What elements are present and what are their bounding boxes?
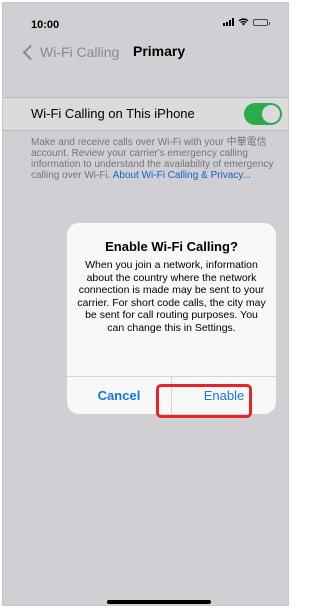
wifi-calling-footnote: Make and receive calls over Wi-Fi with y… — [31, 137, 281, 181]
toggle-knob — [262, 105, 280, 123]
status-icons — [223, 18, 270, 26]
alert-title: Enable Wi-Fi Calling? — [105, 239, 238, 254]
nav-bar: Wi-Fi Calling Primary — [21, 41, 185, 63]
alert-message: When you join a network, information abo… — [77, 259, 266, 334]
battery-icon — [253, 18, 270, 26]
enable-wifi-calling-alert: Enable Wi-Fi Calling? When you join a ne… — [67, 223, 276, 414]
status-time: 10:00 — [31, 19, 60, 31]
cancel-button[interactable]: Cancel — [67, 376, 171, 414]
privacy-link[interactable]: About Wi-Fi Calling & Privacy... — [113, 170, 251, 181]
chevron-left-icon — [22, 44, 39, 60]
page-title: Primary — [133, 43, 186, 59]
wifi-calling-toggle[interactable] — [244, 103, 282, 125]
back-button[interactable]: Wi-Fi Calling — [21, 44, 119, 60]
back-button-label: Wi-Fi Calling — [40, 44, 120, 60]
phone-screen: 10:00 Wi-Fi Calling Primary Wi-Fi Callin… — [2, 2, 289, 606]
wifi-icon — [238, 18, 249, 26]
cellular-signal-icon — [223, 18, 234, 26]
wifi-calling-label: Wi-Fi Calling on This iPhone — [31, 106, 195, 121]
home-indicator — [107, 600, 211, 604]
enable-button[interactable]: Enable — [172, 376, 276, 414]
wifi-calling-row: Wi-Fi Calling on This iPhone — [3, 97, 288, 131]
